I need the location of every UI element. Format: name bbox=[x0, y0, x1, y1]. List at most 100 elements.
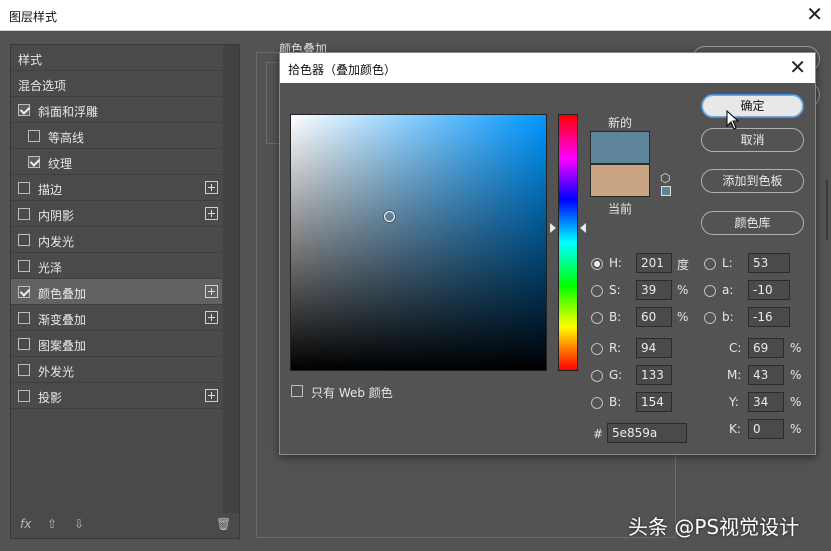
lab-a-label: a: bbox=[722, 283, 734, 297]
green-radio[interactable] bbox=[591, 370, 603, 382]
web-only-checkbox[interactable] bbox=[291, 385, 303, 397]
fx-icon[interactable]: fx bbox=[20, 517, 31, 531]
brightness-radio[interactable] bbox=[591, 312, 603, 324]
saturation-field[interactable]: 39 bbox=[636, 280, 672, 300]
style-checkbox[interactable] bbox=[18, 312, 30, 324]
style-item[interactable]: 颜色叠加 bbox=[11, 279, 222, 305]
add-style-icon[interactable] bbox=[205, 181, 218, 194]
new-color-swatch bbox=[590, 131, 650, 164]
style-item[interactable]: 纹理 bbox=[11, 149, 222, 175]
window-close-icon[interactable]: ✕ bbox=[806, 3, 823, 25]
yellow-field[interactable]: 34 bbox=[748, 392, 784, 412]
lab-l-field[interactable]: 53 bbox=[748, 253, 790, 273]
hue-radio[interactable] bbox=[591, 258, 603, 270]
window-titlebar: 图层样式 ✕ bbox=[0, 0, 831, 31]
trash-icon[interactable]: 🗑 bbox=[216, 517, 231, 531]
saturation-brightness-field[interactable] bbox=[290, 114, 547, 371]
hue-slider[interactable] bbox=[558, 114, 578, 371]
hue-slider-left-handle-icon[interactable] bbox=[550, 222, 556, 233]
style-checkbox[interactable] bbox=[28, 156, 40, 168]
style-item-label: 图案叠加 bbox=[38, 339, 87, 353]
watermark-text: 头条 @PS视觉设计 bbox=[628, 515, 800, 539]
saturation-radio[interactable] bbox=[591, 285, 603, 297]
style-checkbox[interactable] bbox=[18, 390, 30, 402]
lab-b-radio[interactable] bbox=[704, 312, 716, 324]
styles-scrollbar[interactable] bbox=[223, 45, 239, 513]
picker-close-icon[interactable]: ✕ bbox=[789, 56, 806, 78]
yellow-label: Y: bbox=[729, 395, 739, 409]
degree-unit: 度 bbox=[677, 258, 690, 272]
style-checkbox[interactable] bbox=[18, 364, 30, 376]
style-item[interactable]: 斜面和浮雕 bbox=[11, 97, 222, 123]
style-checkbox[interactable] bbox=[18, 104, 30, 116]
cyan-field[interactable]: 69 bbox=[748, 338, 784, 358]
red-field[interactable]: 94 bbox=[636, 338, 672, 358]
brightness-label: B: bbox=[609, 310, 622, 324]
lab-b-field[interactable]: -16 bbox=[748, 307, 790, 327]
hex-label: # bbox=[593, 427, 604, 441]
blue-field[interactable]: 154 bbox=[636, 392, 672, 412]
hue-slider-right-handle-icon[interactable] bbox=[580, 222, 586, 233]
ok-button[interactable]: 确定 bbox=[701, 94, 804, 118]
cancel-button[interactable]: 取消 bbox=[701, 128, 804, 152]
green-field[interactable]: 133 bbox=[636, 365, 672, 385]
lab-a-field[interactable]: -10 bbox=[748, 280, 790, 300]
style-checkbox[interactable] bbox=[18, 234, 30, 246]
style-item[interactable]: 混合选项 bbox=[11, 71, 222, 97]
blue-radio[interactable] bbox=[591, 397, 603, 409]
color-libraries-button[interactable]: 颜色库 bbox=[701, 211, 804, 235]
web-safe-swatch-icon[interactable] bbox=[661, 186, 671, 196]
style-checkbox[interactable] bbox=[18, 286, 30, 298]
cyan-unit: % bbox=[790, 341, 802, 355]
style-item[interactable]: 样式 bbox=[11, 45, 222, 71]
style-item-label: 内发光 bbox=[38, 235, 75, 249]
current-color-swatch[interactable] bbox=[590, 164, 650, 197]
blue-label: B: bbox=[609, 395, 622, 409]
style-item[interactable]: 图案叠加 bbox=[11, 331, 222, 357]
style-checkbox[interactable] bbox=[18, 260, 30, 272]
black-field[interactable]: 0 bbox=[748, 419, 784, 439]
new-color-label: 新的 bbox=[607, 116, 632, 130]
style-item-label: 颜色叠加 bbox=[38, 287, 87, 301]
style-item[interactable]: 光泽 bbox=[11, 253, 222, 279]
black-unit: % bbox=[790, 422, 802, 436]
brightness-field[interactable]: 60 bbox=[636, 307, 672, 327]
lab-b-label: b: bbox=[722, 310, 734, 324]
style-checkbox[interactable] bbox=[18, 182, 30, 194]
style-checkbox[interactable] bbox=[18, 338, 30, 350]
lab-l-radio[interactable] bbox=[704, 258, 716, 270]
saturation-unit: % bbox=[677, 283, 689, 297]
style-item[interactable]: 渐变叠加 bbox=[11, 305, 222, 331]
style-item[interactable]: 等高线 bbox=[11, 123, 222, 149]
styles-list-panel: 样式 混合选项 斜面和浮雕 等高线 纹理 描边内阴影内发光光泽颜色叠加渐变叠加图案叠加外发… bbox=[10, 44, 240, 539]
style-item-label: 外发光 bbox=[38, 365, 75, 379]
hue-label: H: bbox=[609, 256, 623, 270]
magenta-label: M: bbox=[727, 368, 742, 382]
saturation-label: S: bbox=[609, 283, 621, 297]
style-item-label: 内阴影 bbox=[38, 209, 75, 223]
add-style-icon[interactable] bbox=[205, 285, 218, 298]
picker-title: 拾色器（叠加颜色） bbox=[288, 63, 397, 77]
yellow-unit: % bbox=[790, 395, 802, 409]
out-of-gamut-cube-icon[interactable]: ⬡ bbox=[660, 171, 670, 185]
lab-a-radio[interactable] bbox=[704, 285, 716, 297]
style-item[interactable]: 内阴影 bbox=[11, 201, 222, 227]
move-up-icon[interactable]: ⇧ bbox=[47, 517, 57, 531]
style-item[interactable]: 外发光 bbox=[11, 357, 222, 383]
styles-footer: fx ⇧ ⇩ 🗑 bbox=[11, 512, 239, 538]
style-checkbox[interactable] bbox=[18, 208, 30, 220]
style-item[interactable]: 投影 bbox=[11, 383, 222, 409]
add-to-swatches-button[interactable]: 添加到色板 bbox=[701, 169, 804, 193]
style-item-label: 投影 bbox=[38, 391, 63, 405]
add-style-icon[interactable] bbox=[205, 389, 218, 402]
style-checkbox[interactable] bbox=[28, 130, 40, 142]
move-down-icon[interactable]: ⇩ bbox=[74, 517, 84, 531]
hue-field[interactable]: 201 bbox=[636, 253, 672, 273]
red-radio[interactable] bbox=[591, 343, 603, 355]
magenta-field[interactable]: 43 bbox=[748, 365, 784, 385]
add-style-icon[interactable] bbox=[205, 311, 218, 324]
hex-field[interactable]: 5e859a bbox=[607, 423, 687, 443]
style-item[interactable]: 内发光 bbox=[11, 227, 222, 253]
style-item[interactable]: 描边 bbox=[11, 175, 222, 201]
add-style-icon[interactable] bbox=[205, 207, 218, 220]
